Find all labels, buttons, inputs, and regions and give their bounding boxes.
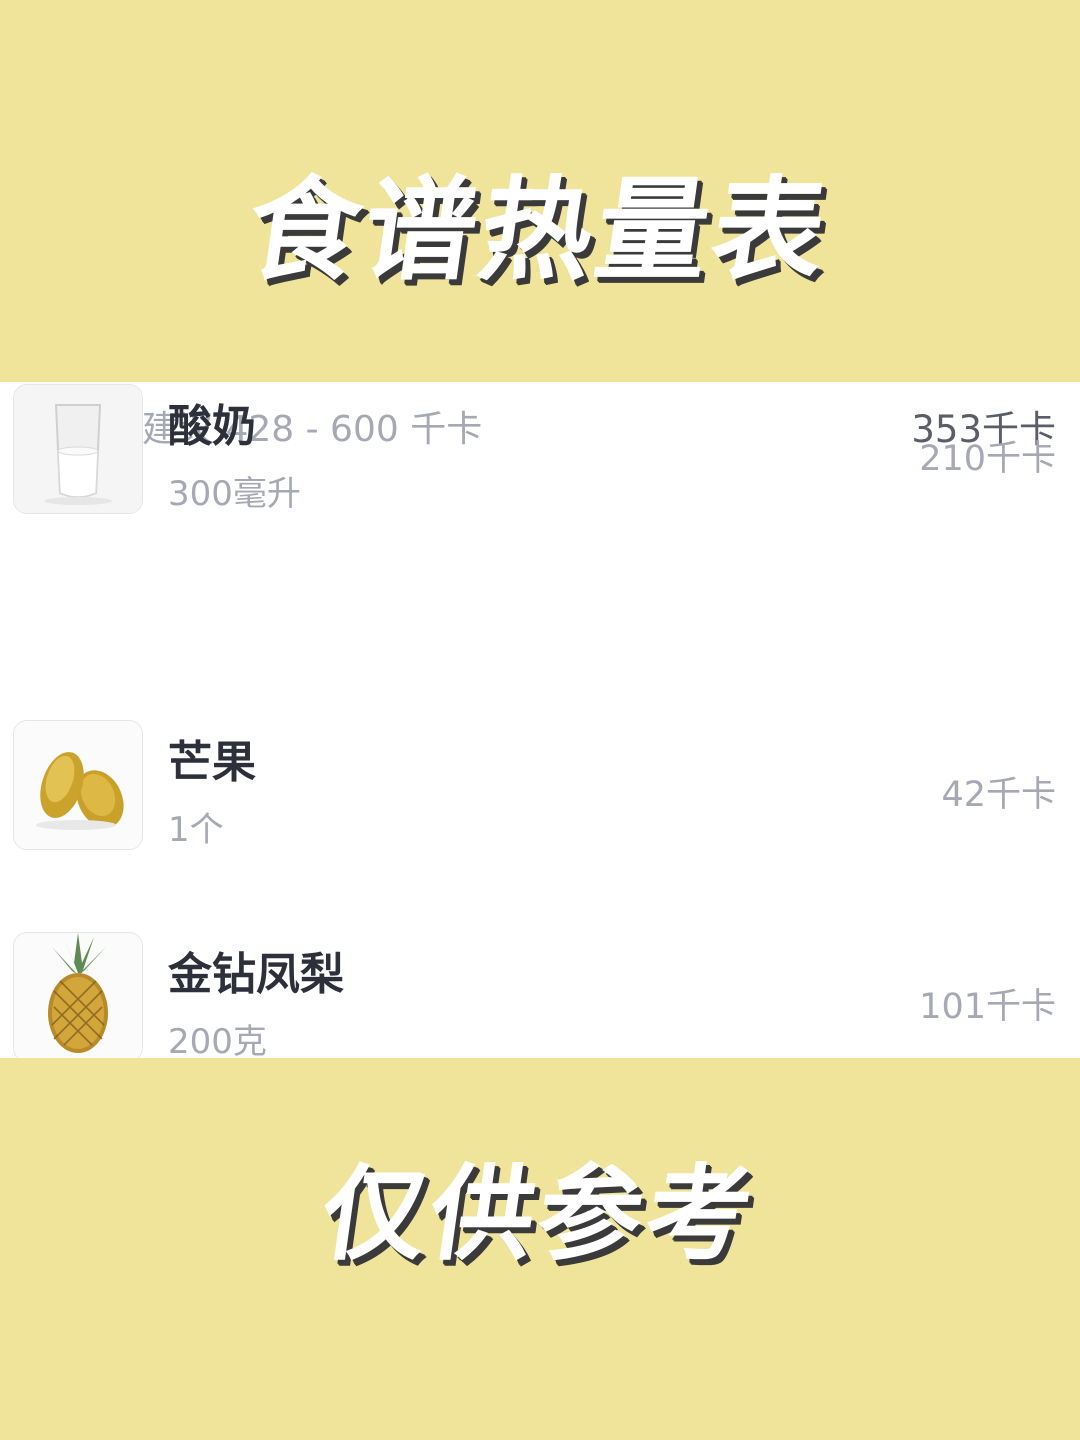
- bottom-banner: 仅供参考: [0, 1058, 1080, 1440]
- food-name: 酸奶: [168, 401, 256, 452]
- yogurt-glass-icon: [13, 384, 143, 514]
- food-amount: 200克: [168, 1022, 267, 1058]
- food-kcal: 210千卡: [919, 439, 1056, 479]
- disclaimer-caption: 仅供参考: [314, 1152, 764, 1275]
- food-item-yogurt[interactable]: 酸奶 300毫升 210千卡: [0, 382, 1080, 532]
- food-kcal: 42千卡: [941, 775, 1056, 815]
- food-item-pineapple[interactable]: 金钻凤梨 200克 101千卡: [0, 930, 1080, 1058]
- food-amount: 300毫升: [168, 474, 301, 514]
- pineapple-icon: [13, 932, 143, 1058]
- food-kcal: 101千卡: [919, 987, 1056, 1027]
- top-banner: 食谱热量表: [0, 0, 1080, 382]
- food-amount: 1个: [168, 810, 224, 850]
- food-item-mango[interactable]: 芒果 1个 42千卡: [0, 718, 1080, 868]
- food-name: 金钻凤梨: [168, 949, 344, 1000]
- food-name: 芒果: [168, 737, 256, 788]
- mango-icon: [13, 720, 143, 850]
- page-title: 食谱热量表: [239, 166, 838, 296]
- meal-panel: 早餐 建议 428 - 600 千卡 353千卡 芒果 1个 42千卡: [0, 382, 1080, 1058]
